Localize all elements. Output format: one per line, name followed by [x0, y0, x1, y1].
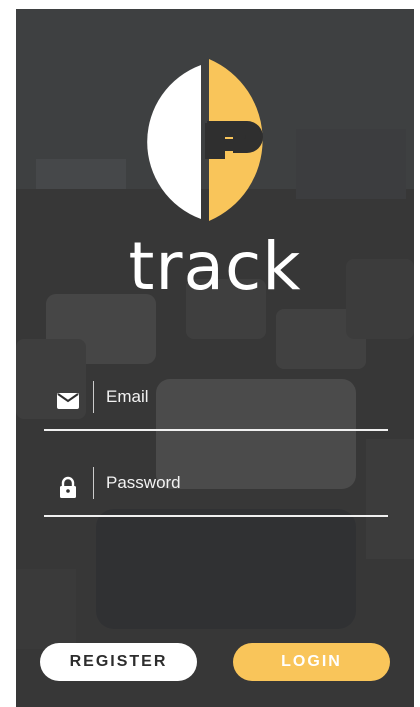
- lock-icon: [60, 476, 76, 498]
- login-screen: track REGISTER LOGIN: [16, 9, 414, 707]
- email-field-group: [44, 371, 388, 431]
- brand-wordmark: track: [128, 228, 302, 305]
- email-underline: [44, 429, 388, 431]
- password-field[interactable]: [104, 465, 378, 501]
- envelope-icon: [57, 393, 79, 409]
- password-underline: [44, 515, 388, 517]
- password-separator: [93, 467, 94, 499]
- email-field[interactable]: [104, 379, 378, 415]
- password-field-group: [44, 457, 388, 517]
- register-button[interactable]: REGISTER: [40, 643, 197, 681]
- email-separator: [93, 381, 94, 413]
- track-logo-icon: [147, 59, 263, 221]
- login-button[interactable]: LOGIN: [233, 643, 390, 681]
